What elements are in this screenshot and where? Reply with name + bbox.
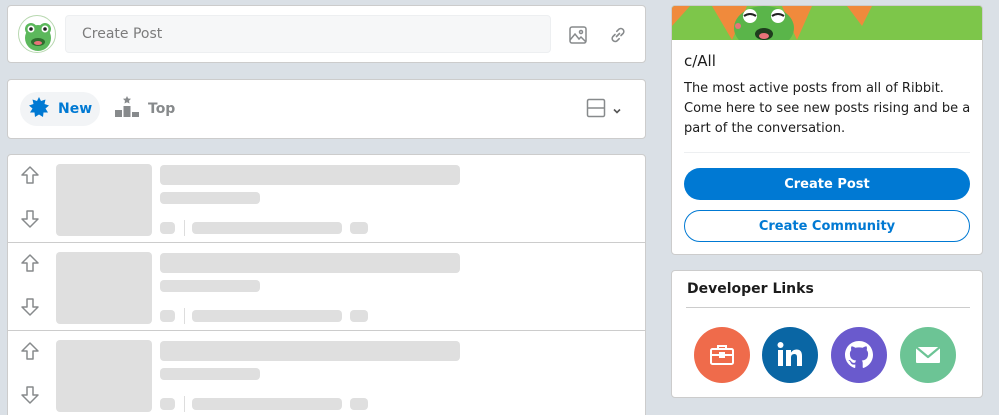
community-title: c/All [684,52,716,70]
divider [184,308,185,324]
upvote-icon[interactable] [20,165,40,185]
post-skeleton[interactable] [8,243,645,331]
action-placeholder [192,310,342,322]
upvote-icon[interactable] [20,341,40,361]
downvote-icon[interactable] [20,297,40,317]
developer-links-card: Developer Links [671,270,983,398]
create-post-button[interactable]: Create Post [684,168,970,200]
post-feed [7,154,646,415]
upvote-icon[interactable] [20,253,40,273]
link-icon[interactable] [606,23,630,47]
action-placeholder [160,222,175,234]
divider [184,396,185,412]
downvote-icon[interactable] [20,385,40,405]
create-post-bar: Create Post [7,5,646,63]
github-icon[interactable] [831,327,887,383]
divider [184,220,185,236]
linkedin-icon[interactable] [762,327,818,383]
card-layout-icon [586,98,606,122]
action-placeholder [160,398,175,410]
tab-new[interactable]: New [20,92,101,126]
action-placeholder [350,398,368,410]
create-post-input[interactable]: Create Post [65,15,551,53]
divider [684,152,970,153]
title-placeholder [160,165,460,185]
podium-icon [114,96,140,122]
thumbnail-placeholder [56,252,152,324]
community-description: The most active posts from all of Ribbit… [684,81,971,136]
developer-links-title: Developer Links [687,281,814,297]
thumbnail-placeholder [56,340,152,412]
action-placeholder [350,222,368,234]
title-placeholder [160,341,460,361]
thumbnail-placeholder [56,164,152,236]
action-placeholder [160,310,175,322]
meta-placeholder [160,280,260,292]
community-banner [672,6,982,40]
sparkle-icon [28,96,50,122]
title-placeholder [160,253,460,273]
meta-placeholder [160,192,260,204]
post-skeleton[interactable] [8,155,645,243]
tab-top[interactable]: Top [108,92,181,126]
action-placeholder [192,398,342,410]
downvote-icon[interactable] [20,209,40,229]
chevron-down-icon [612,101,622,120]
tab-new-label: New [58,101,93,117]
layout-selector[interactable] [586,98,622,122]
action-placeholder [350,310,368,322]
community-info-card: c/All The most active posts from all of … [671,5,983,255]
sort-bar: New Top [7,79,646,139]
image-icon[interactable] [566,23,590,47]
tab-top-label: Top [148,101,176,117]
create-community-button[interactable]: Create Community [684,210,970,242]
portfolio-icon[interactable] [694,327,750,383]
email-icon[interactable] [900,327,956,383]
action-placeholder [192,222,342,234]
divider [686,307,970,308]
meta-placeholder [160,368,260,380]
user-avatar[interactable] [18,15,56,53]
post-skeleton[interactable] [8,331,645,415]
